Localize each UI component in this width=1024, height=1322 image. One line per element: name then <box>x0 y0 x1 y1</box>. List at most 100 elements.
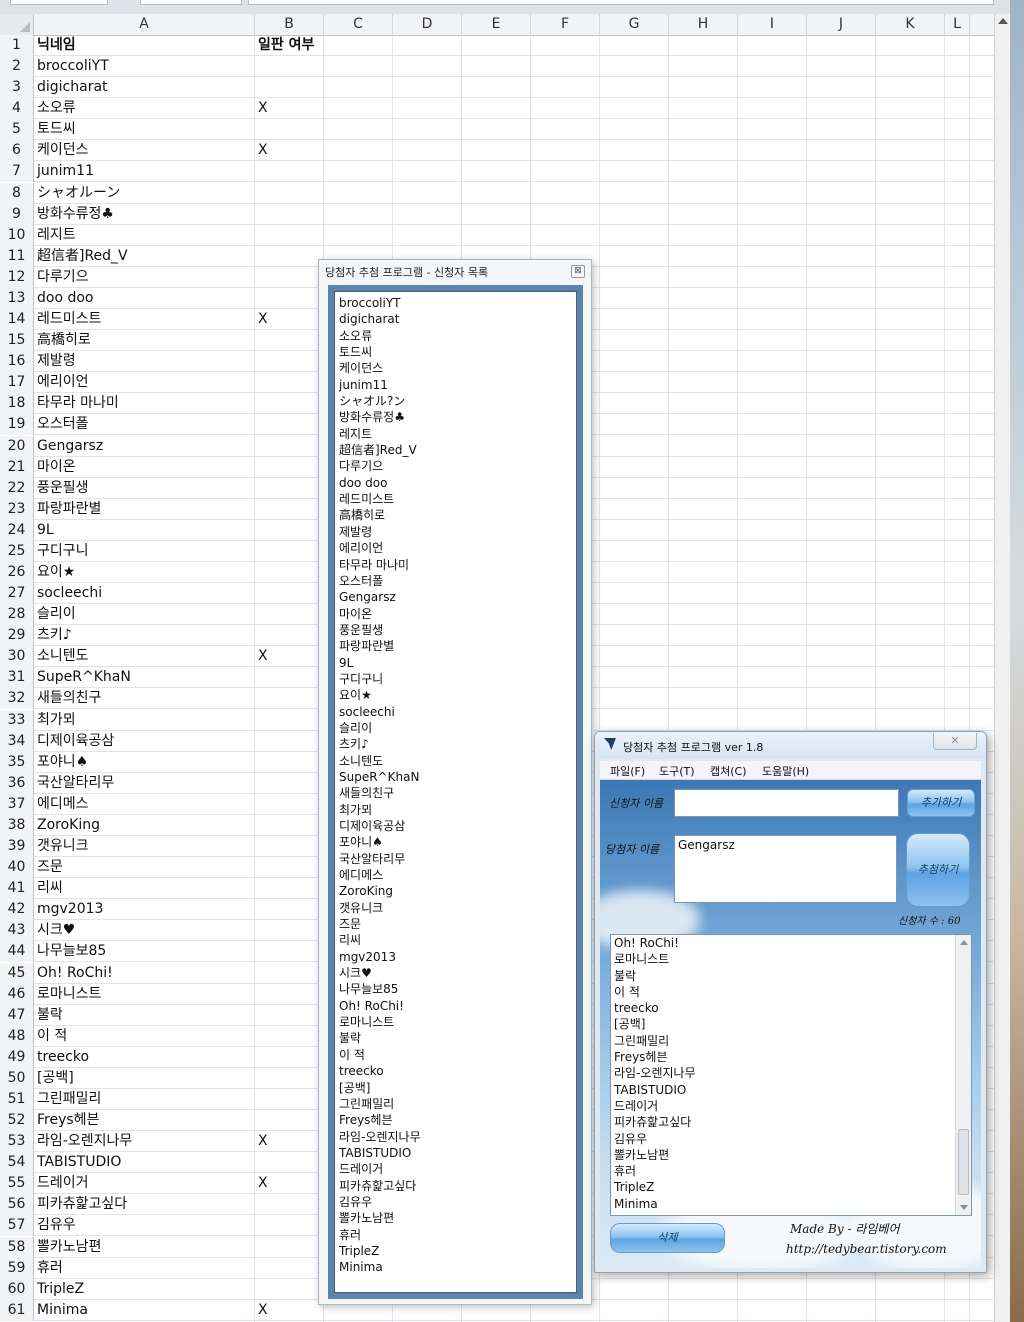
applicant-list-item[interactable]: 리씨 <box>339 932 576 948</box>
applicant-list-item[interactable]: mgv2013 <box>339 949 576 965</box>
cell-japanese-version[interactable] <box>255 941 324 961</box>
cell-nickname[interactable]: 소니텐도 <box>34 646 255 666</box>
row-number[interactable]: 24 <box>0 519 34 541</box>
cell-japanese-version[interactable] <box>255 1026 324 1046</box>
cell-japanese-version[interactable]: X <box>255 309 324 329</box>
cell-japanese-version[interactable] <box>255 1194 324 1214</box>
applicant-list-item[interactable]: 휴러 <box>339 1227 576 1243</box>
cell-nickname[interactable]: 로마니스트 <box>34 984 255 1004</box>
cell-japanese-version[interactable] <box>255 478 324 498</box>
column-header[interactable]: H <box>669 14 738 35</box>
cell-nickname[interactable]: Gengarsz <box>34 436 255 456</box>
cell-nickname[interactable]: 케이던스 <box>34 140 255 160</box>
row-number[interactable]: 7 <box>0 161 34 183</box>
column-header[interactable]: A <box>34 14 255 35</box>
cell-nickname[interactable]: 피카츄핥고싶다 <box>34 1194 255 1214</box>
cell-japanese-version[interactable] <box>255 731 324 751</box>
applicant-list-item[interactable]: 즈문 <box>339 916 576 932</box>
cell-nickname[interactable]: 국산알타리무 <box>34 773 255 793</box>
row-number[interactable]: 27 <box>0 583 34 605</box>
cell-japanese-version[interactable] <box>255 1279 324 1299</box>
menu-help[interactable]: 도움말(H) <box>762 763 809 779</box>
row-number[interactable]: 15 <box>0 330 34 352</box>
row-number[interactable]: 47 <box>0 1004 34 1026</box>
row-number[interactable]: 33 <box>0 709 34 731</box>
applicant-list-item[interactable]: 드레이거 <box>339 1161 576 1177</box>
applicant-list-item[interactable]: 케이던스 <box>339 360 576 376</box>
cell-nickname[interactable]: 포야니♠ <box>34 752 255 772</box>
cell-nickname[interactable]: TripleZ <box>34 1279 255 1299</box>
cell-japanese-version[interactable] <box>255 963 324 983</box>
applicant-list-item[interactable]: Freys헤븐 <box>339 1112 576 1128</box>
cell-japanese-version[interactable] <box>255 204 324 224</box>
cell-japanese-version[interactable] <box>255 1068 324 1088</box>
entry-list-item[interactable]: Oh! RoChi! <box>611 935 971 951</box>
applicant-list-item[interactable]: 超信者]Red_V <box>339 442 576 458</box>
cell-japanese-version[interactable] <box>255 267 324 287</box>
entry-list-item[interactable]: 김유우 <box>611 1131 971 1147</box>
cell-japanese-version[interactable] <box>255 899 324 919</box>
cell-nickname[interactable]: 풍운필생 <box>34 478 255 498</box>
applicant-list-item[interactable]: Minima <box>339 1259 576 1275</box>
cell-japanese-version[interactable] <box>255 457 324 477</box>
cell-japanese-version[interactable]: X <box>255 98 324 118</box>
row-number[interactable]: 2 <box>0 56 34 78</box>
cell-japanese-version[interactable] <box>255 604 324 624</box>
cell-nickname[interactable]: 디제이육공삼 <box>34 731 255 751</box>
applicant-list-item[interactable]: 피카츄핥고싶다 <box>339 1178 576 1194</box>
row-number[interactable]: 43 <box>0 920 34 942</box>
entry-list-item[interactable]: 휴러 <box>611 1163 971 1179</box>
applicant-list-item[interactable]: 토드씨 <box>339 344 576 360</box>
entry-list-item[interactable]: 뽈카노남편 <box>611 1147 971 1163</box>
row-number[interactable]: 44 <box>0 941 34 963</box>
row-number[interactable]: 50 <box>0 1067 34 1089</box>
cell-nickname[interactable]: 불락 <box>34 1005 255 1025</box>
cell-japanese-version[interactable] <box>255 372 324 392</box>
cell-japanese-version[interactable]: X <box>255 646 324 666</box>
column-header[interactable]: L <box>945 14 970 35</box>
sheet-vertical-scrollbar[interactable] <box>994 14 1011 1322</box>
applicant-list-item[interactable]: 시크♥ <box>339 965 576 981</box>
row-number[interactable]: 58 <box>0 1236 34 1258</box>
cell-nickname[interactable]: 마이온 <box>34 457 255 477</box>
row-number[interactable]: 49 <box>0 1046 34 1068</box>
applicant-list-item[interactable]: 풍운필생 <box>339 622 576 638</box>
row-number[interactable]: 31 <box>0 667 34 689</box>
row-number[interactable]: 40 <box>0 857 34 879</box>
list-window-close-button[interactable]: ⊠ <box>571 265 585 278</box>
row-number[interactable]: 21 <box>0 456 34 478</box>
cell-nickname[interactable]: 뽈카노남편 <box>34 1237 255 1257</box>
row-number[interactable]: 48 <box>0 1025 34 1047</box>
applicant-list-item[interactable]: socleechi <box>339 704 576 720</box>
cell-japanese-version[interactable] <box>255 815 324 835</box>
row-number[interactable]: 3 <box>0 77 34 99</box>
applicant-list-item[interactable]: 불락 <box>339 1030 576 1046</box>
cell-japanese-version[interactable]: 일판 여부 <box>255 35 324 55</box>
cell-nickname[interactable]: 김유우 <box>34 1215 255 1235</box>
applicant-list-item[interactable]: 김유우 <box>339 1194 576 1210</box>
cell-nickname[interactable]: 라임-오렌지나무 <box>34 1131 255 1151</box>
cell-japanese-version[interactable] <box>255 161 324 181</box>
entry-list-item[interactable]: 로마니스트 <box>611 951 971 967</box>
column-header[interactable]: B <box>255 14 324 35</box>
row-number[interactable]: 18 <box>0 393 34 415</box>
row-number[interactable]: 25 <box>0 540 34 562</box>
cell-japanese-version[interactable] <box>255 1110 324 1130</box>
cell-nickname[interactable]: 에디메스 <box>34 794 255 814</box>
scroll-thumb[interactable] <box>958 1129 969 1195</box>
applicant-list-item[interactable]: TABISTUDIO <box>339 1145 576 1161</box>
row-number[interactable]: 42 <box>0 899 34 921</box>
applicant-list-item[interactable]: 포야니♠ <box>339 834 576 850</box>
applicant-list-item[interactable]: ZoroKing <box>339 883 576 899</box>
scroll-up-icon[interactable] <box>998 18 1008 24</box>
cell-nickname[interactable]: 에리이언 <box>34 372 255 392</box>
cell-japanese-version[interactable]: X <box>255 1300 324 1320</box>
applicant-list-item[interactable]: 츠키♪ <box>339 736 576 752</box>
cell-japanese-version[interactable] <box>255 878 324 898</box>
row-number[interactable]: 11 <box>0 245 34 267</box>
cell-nickname[interactable]: 슬리이 <box>34 604 255 624</box>
name-box[interactable] <box>10 0 108 5</box>
column-header[interactable]: J <box>807 14 876 35</box>
row-number[interactable]: 54 <box>0 1152 34 1174</box>
applicant-list-item[interactable]: 최가뫼 <box>339 802 576 818</box>
